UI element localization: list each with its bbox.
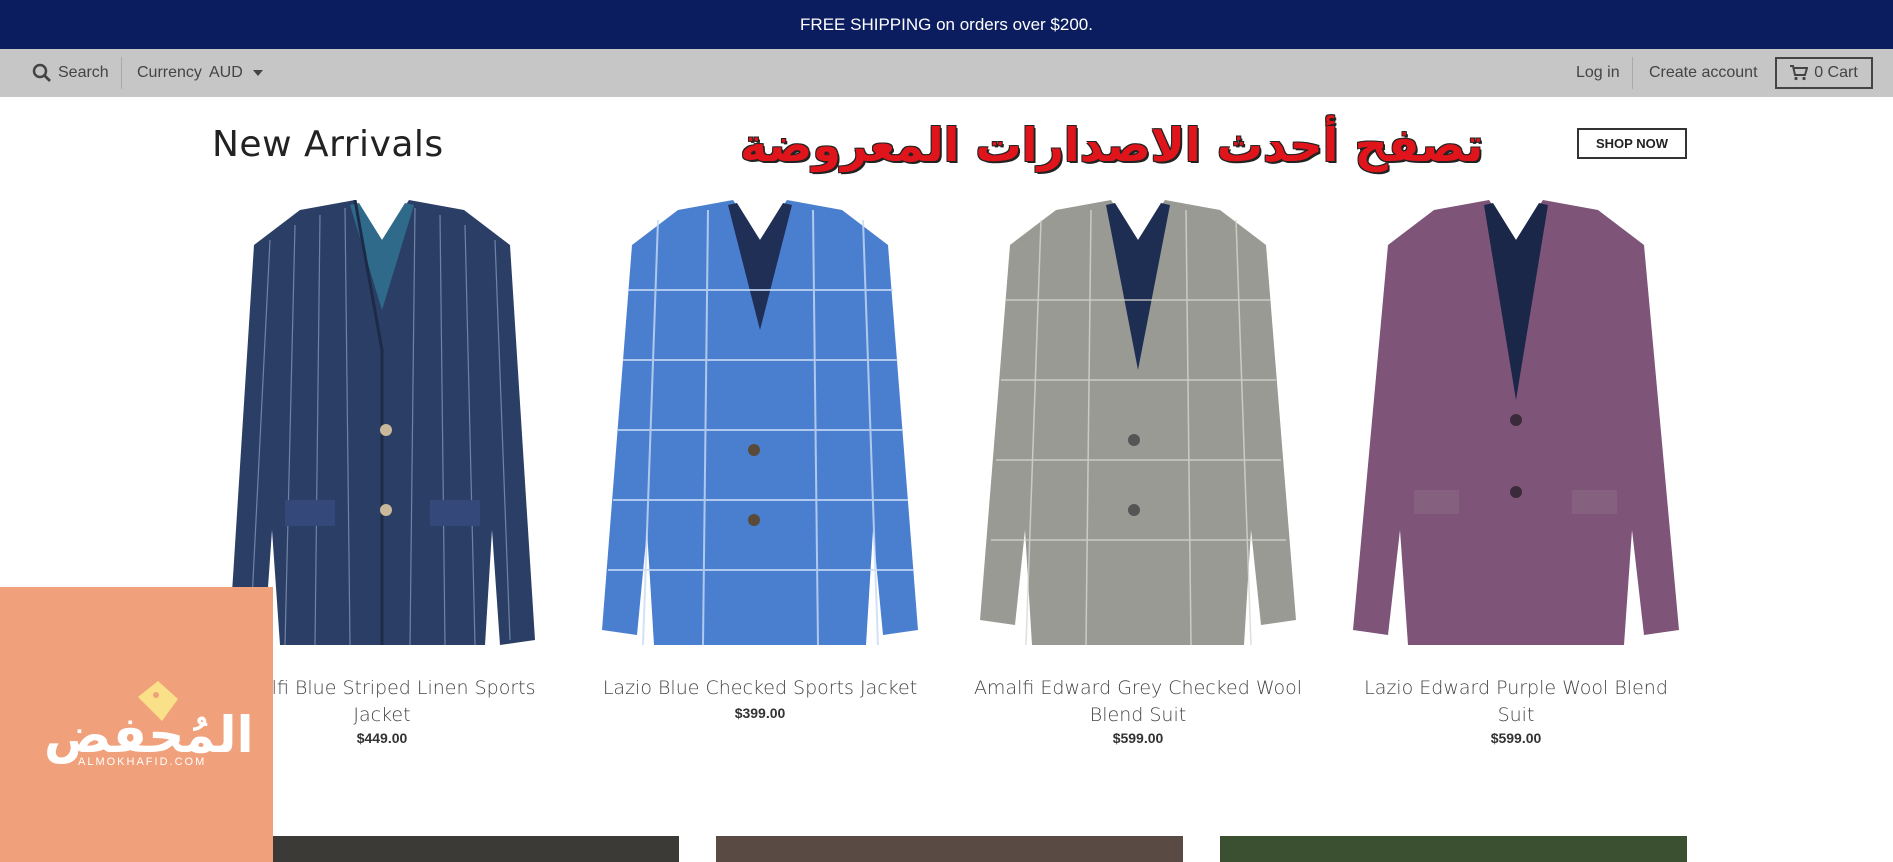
product-image[interactable] — [966, 200, 1310, 655]
section-title: New Arrivals — [212, 124, 444, 165]
product-price: $599.00 — [1490, 730, 1542, 746]
shop-now-button[interactable]: SHOP NOW — [1577, 128, 1687, 159]
divider — [1632, 57, 1633, 89]
currency-select[interactable]: AUD — [209, 49, 263, 97]
product-name[interactable]: Amalfi Edward Grey Checked Wool Blend Su… — [966, 675, 1310, 729]
jacket-illustration — [1353, 200, 1679, 645]
product-image[interactable] — [588, 200, 932, 655]
product-card[interactable]: Lazio Blue Checked Sports Jacket $399.00 — [588, 200, 932, 721]
collection-image[interactable] — [1220, 836, 1687, 862]
cart-label: 0 Cart — [1814, 64, 1858, 81]
watermark-subtitle: ALMOKHAFID.COM — [78, 756, 207, 768]
cart-icon — [1790, 65, 1809, 81]
product-name[interactable]: Lazio Blue Checked Sports Jacket — [588, 675, 932, 702]
currency-label: Currency — [137, 49, 202, 97]
product-card[interactable]: Lazio Edward Purple Wool Blend Suit $599… — [1344, 200, 1688, 746]
currency-value: AUD — [209, 64, 243, 81]
overlay-caption: تصفح أحدث الاصدارات المعروضة — [740, 118, 1484, 172]
collection-image[interactable] — [716, 836, 1183, 862]
collection-image[interactable] — [212, 836, 679, 862]
divider — [121, 57, 122, 89]
cart-button[interactable]: 0 Cart — [1775, 57, 1873, 89]
product-card[interactable]: Amalfi Edward Grey Checked Wool Blend Su… — [966, 200, 1310, 746]
product-image[interactable] — [1344, 200, 1688, 655]
search-link[interactable]: Search — [32, 49, 109, 97]
product-price: $399.00 — [734, 705, 786, 721]
jacket-illustration — [602, 200, 918, 646]
search-label: Search — [58, 64, 109, 81]
announcement-bar: FREE SHIPPING on orders over $200. — [0, 0, 1893, 49]
jacket-illustration — [980, 200, 1296, 646]
login-label: Log in — [1576, 64, 1620, 81]
chevron-down-icon — [252, 70, 263, 76]
product-name[interactable]: Lazio Edward Purple Wool Blend Suit — [1344, 675, 1688, 729]
currency-label-text: Currency — [137, 64, 202, 81]
announcement-text: FREE SHIPPING on orders over $200. — [800, 14, 1093, 34]
top-navigation: Search Currency AUD Log in Create accoun… — [0, 49, 1893, 97]
create-account-link[interactable]: Create account — [1649, 49, 1758, 97]
create-account-label: Create account — [1649, 64, 1758, 81]
search-icon — [32, 63, 51, 82]
login-link[interactable]: Log in — [1576, 49, 1620, 97]
product-price: $599.00 — [1112, 730, 1164, 746]
